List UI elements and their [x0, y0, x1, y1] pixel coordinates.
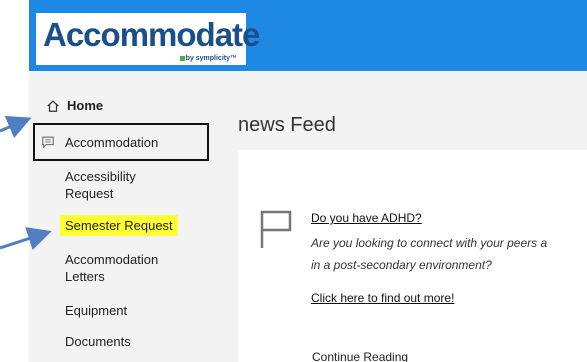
sidebar-item-equipment[interactable]: Equipment [65, 302, 127, 319]
flag-icon [260, 210, 292, 248]
continue-reading-link[interactable]: Continue Reading [312, 350, 408, 362]
news-card [238, 150, 587, 362]
post-headline-link[interactable]: Do you have ADHD? [311, 211, 422, 225]
find-out-more-link[interactable]: Click here to find out more! [311, 291, 454, 305]
app-window: Accommodate by symplicity™ Home Accommod… [0, 0, 587, 362]
sidebar-item-label: Letters [65, 269, 105, 284]
top-bar: Accommodate by symplicity™ [29, 0, 587, 71]
logo-byline: by symplicity™ [179, 55, 237, 62]
post-body-line: in a post-secondary environment? [311, 258, 492, 272]
annotation-arrow-accommodation [0, 115, 32, 139]
page-title: news Feed [238, 114, 336, 136]
post-body-line: Are you looking to connect with your pee… [311, 236, 548, 250]
sidebar-item-label: Equipment [65, 303, 128, 318]
sidebar-item-documents[interactable]: Documents [65, 333, 131, 350]
sidebar-item-label: Documents [65, 334, 131, 349]
sidebar-item-label: Semester Request [65, 218, 173, 233]
annotation-arrow-semester-request [0, 227, 52, 250]
annotation-arrows [0, 115, 52, 250]
